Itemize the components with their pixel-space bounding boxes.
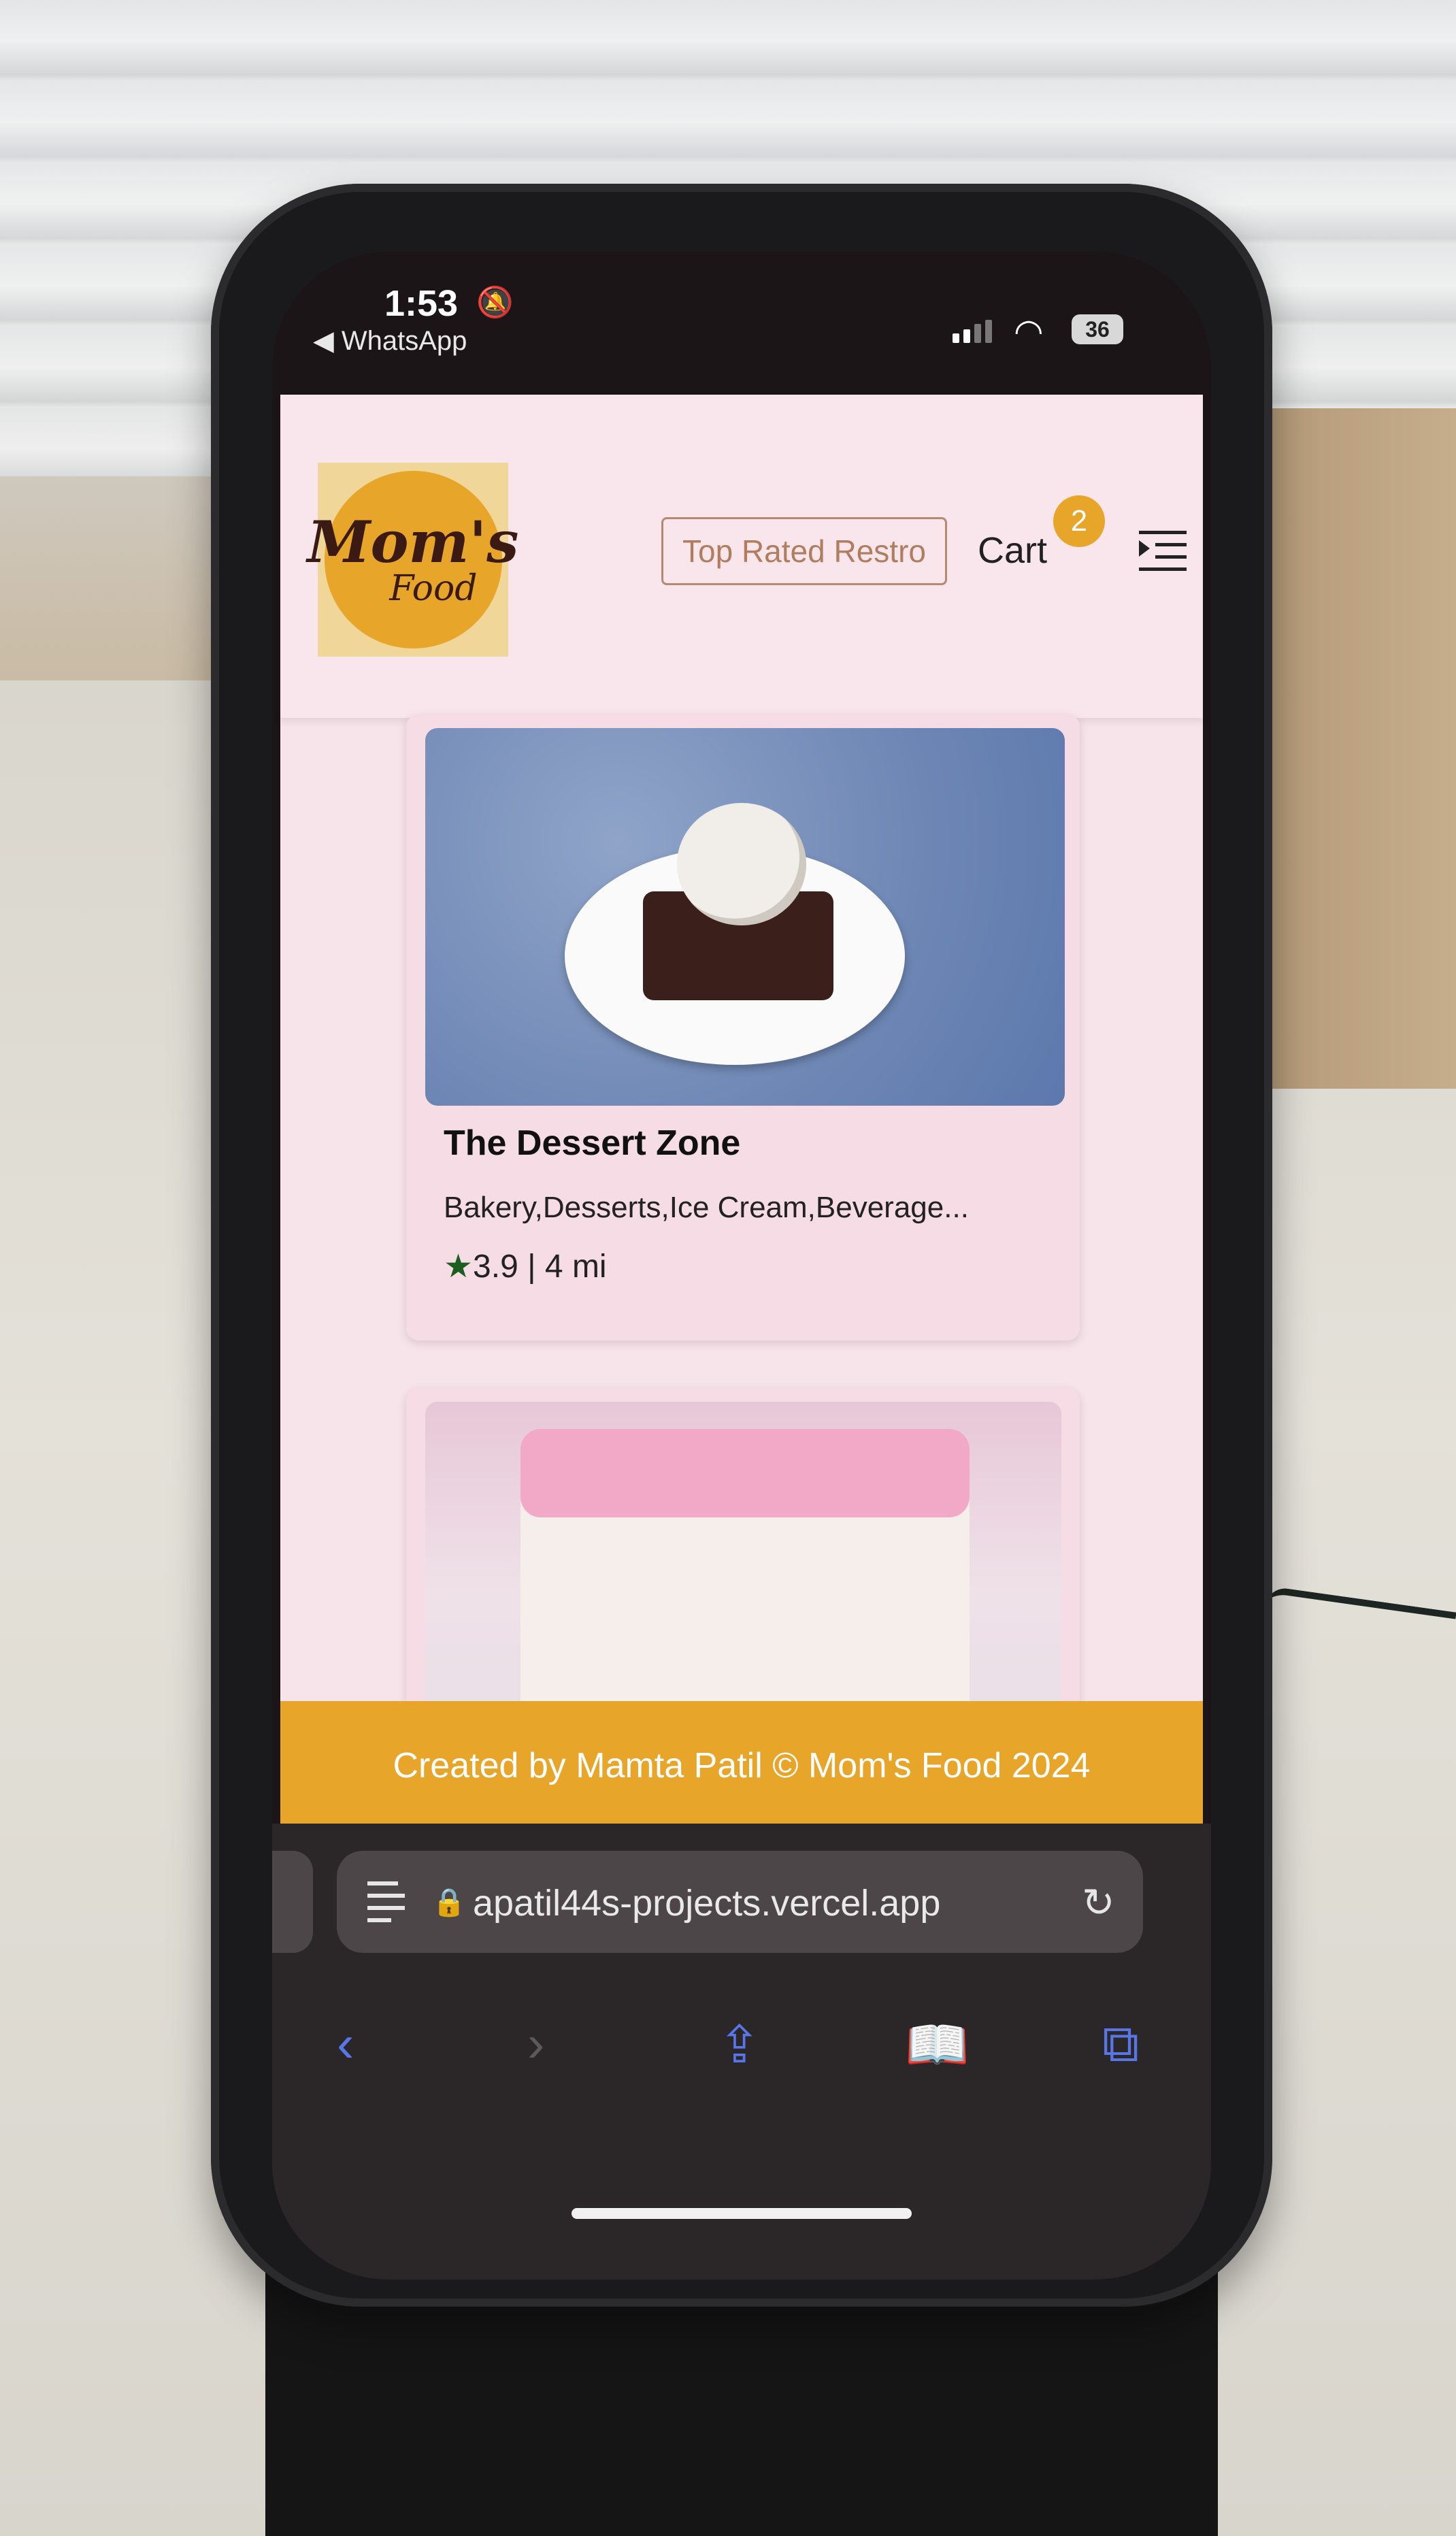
rating-value: 3.9 <box>473 1249 518 1285</box>
star-icon: ★ <box>444 1249 474 1285</box>
address-bar[interactable]: 🔒 apatil44s-projects.vercel.app ↻ <box>337 1851 1143 1953</box>
previous-tab-peek[interactable] <box>272 1851 313 1953</box>
cart-count-badge: 2 <box>1053 495 1105 547</box>
phone-screen: 1:53 🔕 ◀ WhatsApp ◠ 36 Mom's Food Top Ra… <box>272 252 1211 2279</box>
cart-link[interactable]: Cart <box>978 529 1047 572</box>
reload-icon[interactable]: ↻ <box>1082 1879 1115 1926</box>
site-footer: Created by Mamta Patil © Mom's Food 2024 <box>280 1701 1203 1830</box>
forward-icon[interactable]: › <box>527 2014 544 2073</box>
logo-text-food: Food <box>389 567 478 609</box>
share-icon[interactable]: ⇪ <box>718 2014 761 2075</box>
status-time: 1:53 <box>384 283 459 324</box>
browser-toolbar: 🔒 apatil44s-projects.vercel.app ↻ ‹ › ⇪ … <box>272 1824 1211 2279</box>
signal-icon <box>953 320 992 343</box>
restaurant-name: The Dessert Zone <box>444 1123 741 1163</box>
restaurant-card[interactable]: The Dessert Zone Bakery,Desserts,Ice Cre… <box>406 714 1080 1340</box>
status-bar: 1:53 🔕 ◀ WhatsApp ◠ 36 <box>272 252 1211 395</box>
wall <box>1265 408 1456 1089</box>
lock-icon: 🔒 <box>432 1888 466 1917</box>
site-header: Mom's Food Top Rated Restro Cart 2 <box>280 395 1203 718</box>
battery-icon: 36 <box>1072 314 1123 344</box>
top-rated-restro-button[interactable]: Top Rated Restro <box>661 517 947 585</box>
distance-text: | 4 mi <box>527 1249 607 1285</box>
bookmarks-icon[interactable]: 📖 <box>905 2014 970 2075</box>
site-logo[interactable]: Mom's Food <box>308 463 518 657</box>
page-menu-icon[interactable] <box>367 1881 405 1922</box>
web-page: Mom's Food Top Rated Restro Cart 2 The D… <box>280 395 1203 1864</box>
menu-indent-icon[interactable] <box>1139 531 1187 572</box>
tabs-icon[interactable]: ⧉ <box>1102 2014 1139 2075</box>
logo-text-moms: Mom's <box>307 508 519 576</box>
logo-badge: Mom's Food <box>308 476 518 643</box>
bell-slash-icon: 🔕 <box>476 286 514 319</box>
back-to-app-link[interactable]: ◀ WhatsApp <box>313 325 467 357</box>
wifi-icon: ◠ <box>1014 312 1044 350</box>
restaurant-cuisines: Bakery,Desserts,Ice Cream,Beverage... <box>444 1191 969 1224</box>
restaurant-rating: ★3.9 | 4 mi <box>444 1247 607 1285</box>
home-indicator[interactable] <box>572 2208 912 2219</box>
url-text: apatil44s-projects.vercel.app <box>473 1883 941 1924</box>
back-icon[interactable]: ‹ <box>337 2014 354 2073</box>
restaurant-image <box>425 728 1065 1106</box>
